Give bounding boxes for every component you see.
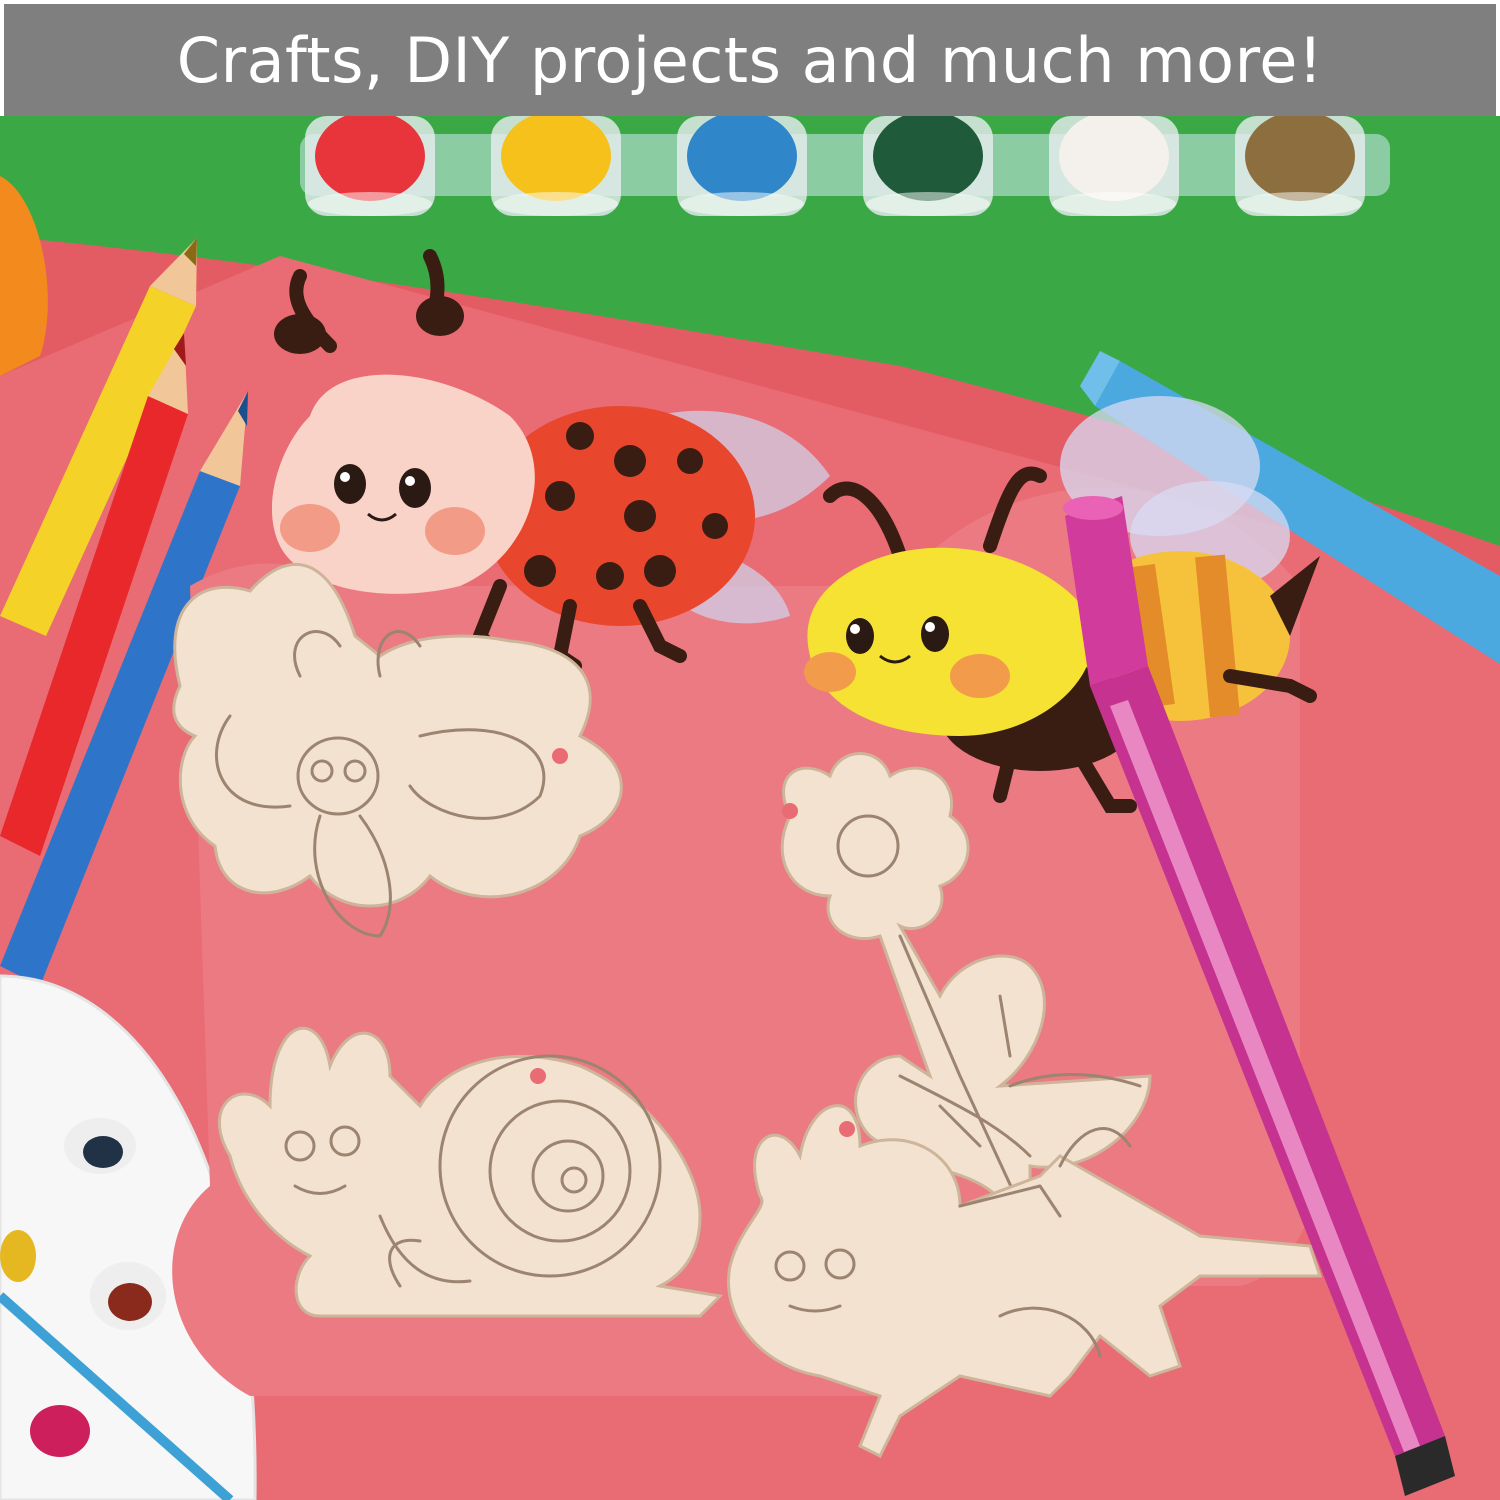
craft-scene (0, 116, 1500, 1500)
yellow-paint-pot (491, 116, 621, 216)
blue-paint-pot (677, 116, 807, 216)
red-paint-pot (305, 116, 435, 216)
banner: Crafts, DIY projects and much more! (4, 4, 1496, 116)
brown-paint-pot (1235, 116, 1365, 216)
banner-text: Crafts, DIY projects and much more! (176, 23, 1324, 97)
green-paint-pot (863, 116, 993, 216)
paint-strip (300, 134, 1390, 196)
white-paint-pot (1049, 116, 1179, 216)
